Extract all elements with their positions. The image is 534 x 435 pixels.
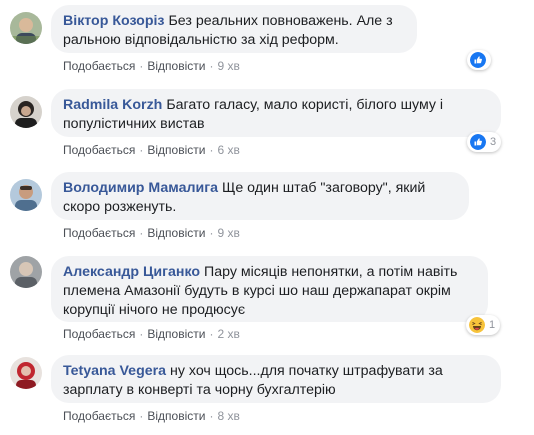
reply-link[interactable]: Відповісти xyxy=(147,59,205,73)
comment-bubble: Radmila Korzh Багато галасу, мало користі… xyxy=(51,89,501,137)
avatar-photo xyxy=(10,12,42,44)
avatar[interactable] xyxy=(10,179,42,211)
reaction-summary[interactable]: 3 xyxy=(467,132,502,152)
comment-time[interactable]: 9 хв xyxy=(217,59,239,73)
reply-link[interactable]: Відповісти xyxy=(147,143,205,157)
comment-author[interactable]: Віктор Козоріз xyxy=(63,13,165,29)
haha-icon xyxy=(469,317,485,333)
comment-time[interactable]: 8 хв xyxy=(217,409,239,423)
avatar-photo xyxy=(10,179,42,211)
separator: · xyxy=(139,409,144,423)
comment-bubble: Віктор Козоріз Без реальних повноважень. … xyxy=(51,5,417,53)
comment-actions: Подобається · Відповісти · 6 хв xyxy=(63,142,240,158)
avatar[interactable] xyxy=(10,256,42,288)
separator: · xyxy=(139,226,144,240)
comment-actions: Подобається · Відповісти · 9 хв xyxy=(63,225,240,241)
separator: · xyxy=(209,409,214,423)
separator: · xyxy=(139,59,144,73)
comment-bubble: Володимир Мамалига Ще один штаб "заговору… xyxy=(51,172,469,220)
like-link[interactable]: Подобається xyxy=(63,327,135,341)
like-icon xyxy=(470,134,486,150)
comment-author[interactable]: Radmila Korzh xyxy=(63,97,162,113)
like-icon xyxy=(470,52,486,68)
like-link[interactable]: Подобається xyxy=(63,143,135,157)
comment-bubble: Александр Циганко Пару місяців непонятки,… xyxy=(51,256,488,322)
avatar[interactable] xyxy=(10,357,42,389)
separator: · xyxy=(209,143,214,157)
separator: · xyxy=(209,327,214,341)
avatar[interactable] xyxy=(10,96,42,128)
comment-actions: Подобається · Відповісти · 8 хв xyxy=(63,408,240,424)
comment-author[interactable]: Tetyana Vegera xyxy=(63,363,166,379)
reply-link[interactable]: Відповісти xyxy=(147,409,205,423)
avatar-photo xyxy=(10,357,42,389)
separator: · xyxy=(139,327,144,341)
comment-time[interactable]: 2 хв xyxy=(217,327,239,341)
reaction-count: 3 xyxy=(490,136,497,148)
separator: · xyxy=(139,143,144,157)
avatar[interactable] xyxy=(10,12,42,44)
avatar-photo xyxy=(10,256,42,288)
comment-actions: Подобається · Відповісти · 9 хв xyxy=(63,58,240,74)
comment-time[interactable]: 9 хв xyxy=(217,226,239,240)
separator: · xyxy=(209,226,214,240)
reaction-summary[interactable]: 1 xyxy=(466,315,501,335)
separator: · xyxy=(209,59,214,73)
avatar-photo xyxy=(10,96,42,128)
reaction-count: 1 xyxy=(489,319,496,331)
comment-bubble: Tetyana Vegera ну хоч щось...для початку … xyxy=(51,355,501,403)
like-link[interactable]: Подобається xyxy=(63,226,135,240)
reaction-summary[interactable] xyxy=(467,50,491,70)
comment-actions: Подобається · Відповісти · 2 хв xyxy=(63,326,240,342)
like-link[interactable]: Подобається xyxy=(63,59,135,73)
comment-author[interactable]: Александр Циганко xyxy=(63,264,200,280)
like-link[interactable]: Подобається xyxy=(63,409,135,423)
comment-time[interactable]: 6 хв xyxy=(217,143,239,157)
comment-author[interactable]: Володимир Мамалига xyxy=(63,180,218,196)
reply-link[interactable]: Відповісти xyxy=(147,327,205,341)
reply-link[interactable]: Відповісти xyxy=(147,226,205,240)
